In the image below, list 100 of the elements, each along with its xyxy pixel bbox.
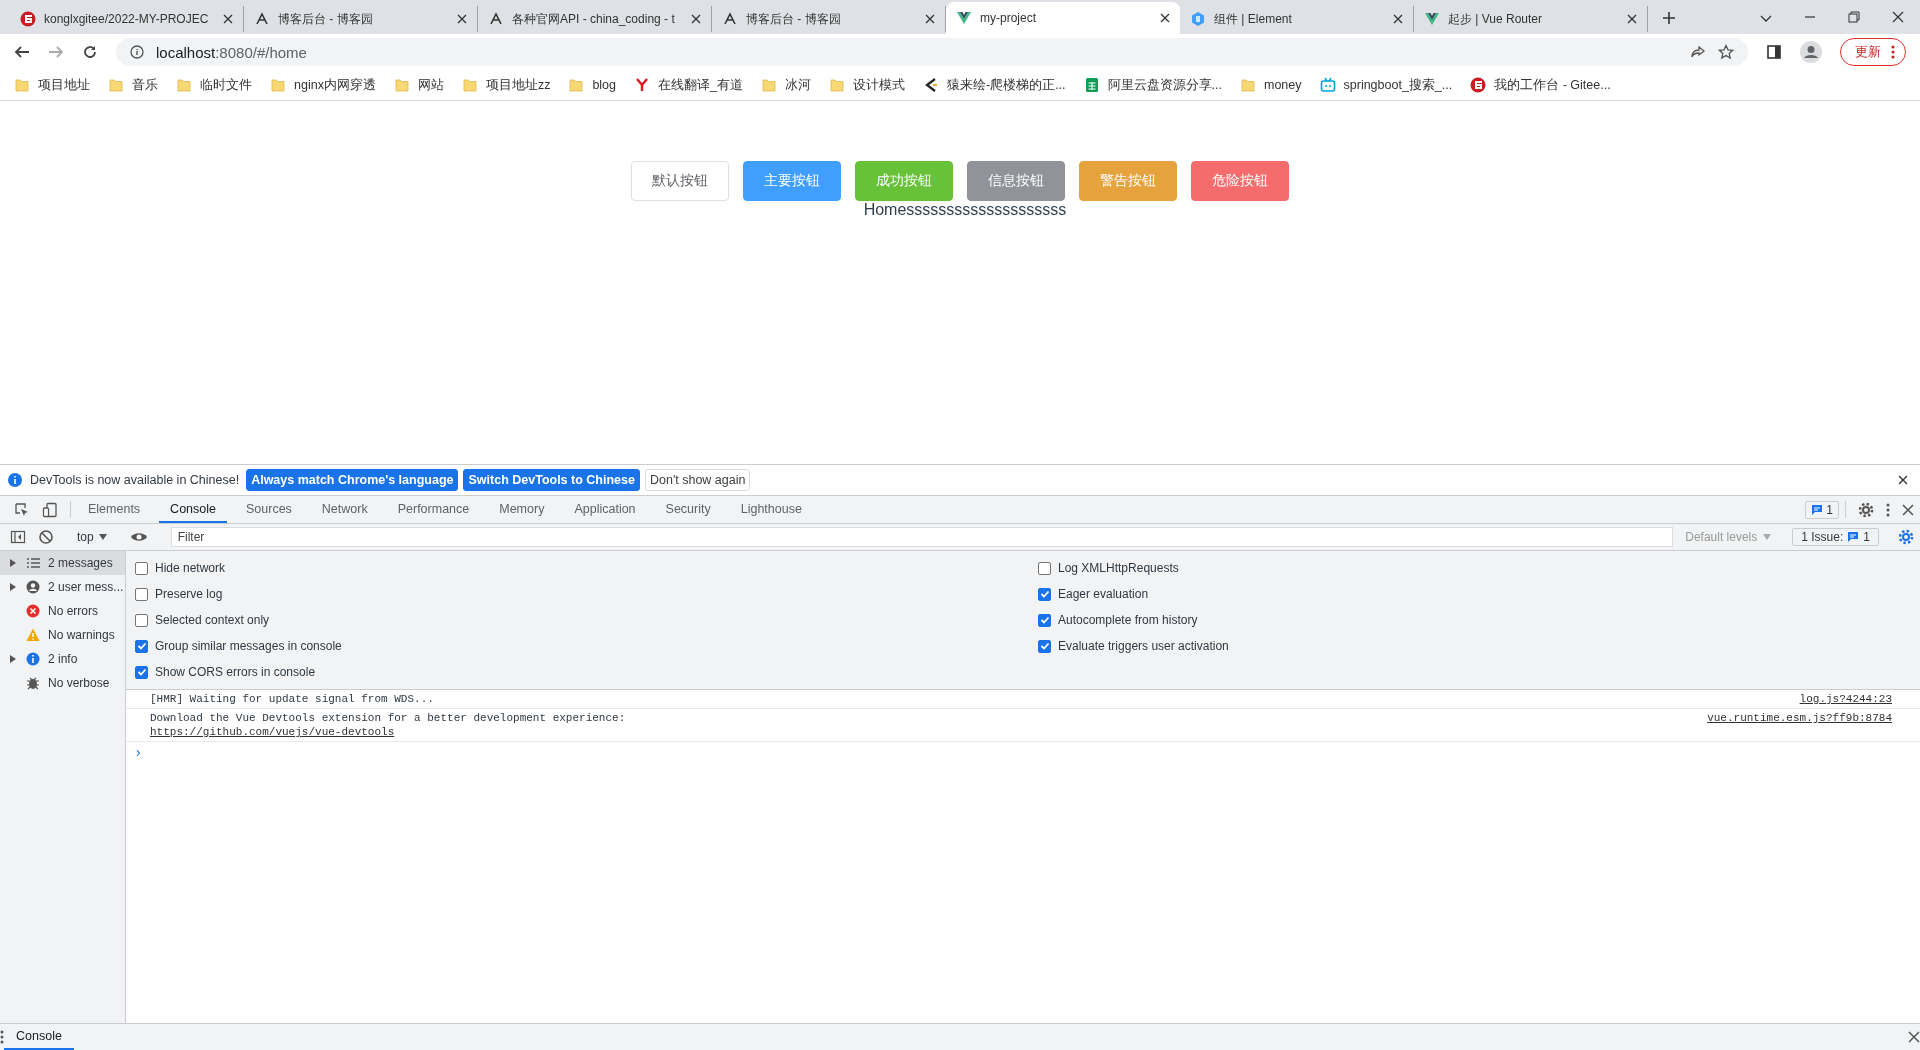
close-icon[interactable] <box>1898 475 1908 485</box>
devtools-tab[interactable]: Performance <box>386 496 481 523</box>
checkbox-label: Show CORS errors in console <box>155 665 316 679</box>
browser-tab[interactable]: 起步 | Vue Router <box>1414 6 1648 32</box>
console-message: [HMR] Waiting for update signal from WDS... <box>150 693 434 705</box>
bug-icon <box>26 676 40 690</box>
source-link[interactable]: log.js?4244:23 <box>1799 693 1892 705</box>
clear-icon[interactable] <box>38 529 54 545</box>
browser-tab[interactable]: 组件 | Element <box>1180 6 1414 32</box>
sidebar-item[interactable]: No warnings <box>0 623 125 647</box>
console-prompt[interactable]: › <box>126 742 151 762</box>
checkbox[interactable] <box>135 587 148 601</box>
close-icon[interactable] <box>1393 14 1403 24</box>
close-icon[interactable] <box>1627 14 1637 24</box>
issues-button[interactable]: 1 Issue: 1 <box>1792 528 1879 546</box>
checkbox[interactable] <box>1038 639 1051 653</box>
bookmark[interactable]: nginx内网穿透 <box>270 76 376 94</box>
link[interactable]: https://github.com/vuejs/vue-devtools <box>150 726 395 738</box>
button[interactable]: Don't show again <box>644 469 751 491</box>
inspect-icon[interactable] <box>14 501 30 518</box>
bookmark[interactable]: 项目地址zz <box>461 76 551 94</box>
checkbox-label: Preserve log <box>155 587 223 601</box>
settings-icon[interactable] <box>1898 529 1914 545</box>
close-icon[interactable] <box>925 14 935 24</box>
bookmark[interactable]: 猿来绘-爬楼梯的正... <box>923 76 1066 94</box>
messages-badge[interactable]: 1 <box>1805 500 1839 519</box>
back-icon[interactable] <box>14 44 30 60</box>
bookmark[interactable]: 项目地址 <box>14 76 90 94</box>
sidebar-toggle-icon[interactable] <box>10 529 26 545</box>
sidebar-item[interactable]: 2 info <box>0 647 125 671</box>
checkbox[interactable] <box>1038 587 1051 601</box>
new-tab-icon[interactable] <box>1662 11 1676 25</box>
folder-icon <box>568 77 585 93</box>
restore-icon[interactable] <box>1848 11 1860 23</box>
console-message: Download the Vue Devtools extension for a better development experience: <box>150 712 626 724</box>
info-icon <box>130 45 144 59</box>
checkbox[interactable] <box>135 665 148 679</box>
source-link[interactable]: vue.runtime.esm.js?ff9b:8784 <box>1707 712 1892 724</box>
bookmark[interactable]: 我的工作台 - Gitee... <box>1470 76 1611 94</box>
browser-tab[interactable]: my-project <box>946 2 1180 34</box>
bookmark[interactable]: 阿里云盘资源分享... <box>1083 76 1222 94</box>
bookmark[interactable]: 设计模式 <box>829 76 905 94</box>
bookmark[interactable]: money <box>1240 77 1302 93</box>
browser-tab[interactable]: 各种官网API - china_coding - t <box>478 6 712 32</box>
side-panel-icon[interactable] <box>1766 44 1782 60</box>
bookmark[interactable]: 冰河 <box>761 76 811 94</box>
update-button[interactable]: 更新 <box>1840 38 1906 66</box>
checkbox[interactable] <box>135 639 148 653</box>
devtools-tab[interactable]: Lighthouse <box>729 496 813 523</box>
bookmark[interactable]: 音乐 <box>108 76 158 94</box>
checkbox-label: Selected context only <box>155 613 270 627</box>
close-icon[interactable] <box>1160 13 1170 23</box>
sidebar-item[interactable]: 2 messages <box>0 551 125 575</box>
more-icon[interactable] <box>1886 502 1890 517</box>
close-icon[interactable] <box>457 14 467 24</box>
bookmark[interactable]: 临时文件 <box>176 76 252 94</box>
close-icon[interactable] <box>1892 11 1904 23</box>
devtools-tab[interactable]: Security <box>654 496 722 523</box>
devtools-tab[interactable]: Elements <box>77 496 152 523</box>
checkbox[interactable] <box>135 561 148 575</box>
avatar-icon[interactable] <box>1800 41 1822 63</box>
devtools-tab[interactable]: Network <box>310 496 379 523</box>
star-icon[interactable] <box>1718 44 1734 60</box>
checkbox-label: Evaluate triggers user activation <box>1058 639 1229 653</box>
browser-tab[interactable]: 博客后台 - 博客园 <box>244 6 478 32</box>
context-dropdown[interactable]: top <box>73 530 111 544</box>
expand-arrow-icon[interactable] <box>10 559 16 567</box>
button[interactable]: Always match Chrome's language <box>246 469 459 491</box>
filter-field[interactable]: Filter <box>170 527 1674 547</box>
devtools-tab[interactable]: Sources <box>235 496 303 523</box>
checkbox[interactable] <box>1038 561 1051 575</box>
address-bar[interactable]: localhost:8080/#/home <box>116 38 1748 66</box>
bookmark[interactable]: 在线翻译_有道 <box>634 76 743 94</box>
drawer-tab[interactable]: Console <box>4 1024 74 1050</box>
button[interactable]: Switch DevTools to Chinese <box>463 469 640 491</box>
sidebar-item[interactable]: No verbose <box>0 671 125 695</box>
checkbox[interactable] <box>135 613 148 627</box>
sidebar-item[interactable]: 2 user mess... <box>0 575 125 599</box>
device-icon[interactable] <box>42 501 58 518</box>
devtools-tab[interactable]: Application <box>563 496 647 523</box>
more-icon[interactable] <box>0 1030 4 1044</box>
bookmark[interactable]: blog <box>568 77 617 93</box>
checkbox[interactable] <box>1038 613 1051 627</box>
close-icon[interactable] <box>223 14 233 24</box>
close-icon[interactable] <box>691 14 701 24</box>
bookmark[interactable]: springboot_搜索_... <box>1319 76 1453 94</box>
eye-icon[interactable] <box>129 531 148 543</box>
reload-icon[interactable] <box>82 44 98 60</box>
browser-tab[interactable]: konglxgitee/2022-MY-PROJEC <box>10 6 244 32</box>
bookmark[interactable]: 网站 <box>393 76 444 94</box>
chevron-down-icon[interactable] <box>1760 15 1772 23</box>
settings-icon[interactable] <box>1858 501 1874 518</box>
button[interactable]: 默认按钮 <box>631 161 729 201</box>
expand-arrow-icon[interactable] <box>10 655 16 663</box>
sidebar-item[interactable]: No errors <box>0 599 125 623</box>
share-icon[interactable] <box>1690 44 1706 60</box>
devtools-tab[interactable]: Memory <box>488 496 556 523</box>
expand-arrow-icon[interactable] <box>10 583 16 591</box>
close-icon[interactable] <box>1908 1031 1920 1043</box>
close-icon[interactable] <box>1902 503 1914 516</box>
